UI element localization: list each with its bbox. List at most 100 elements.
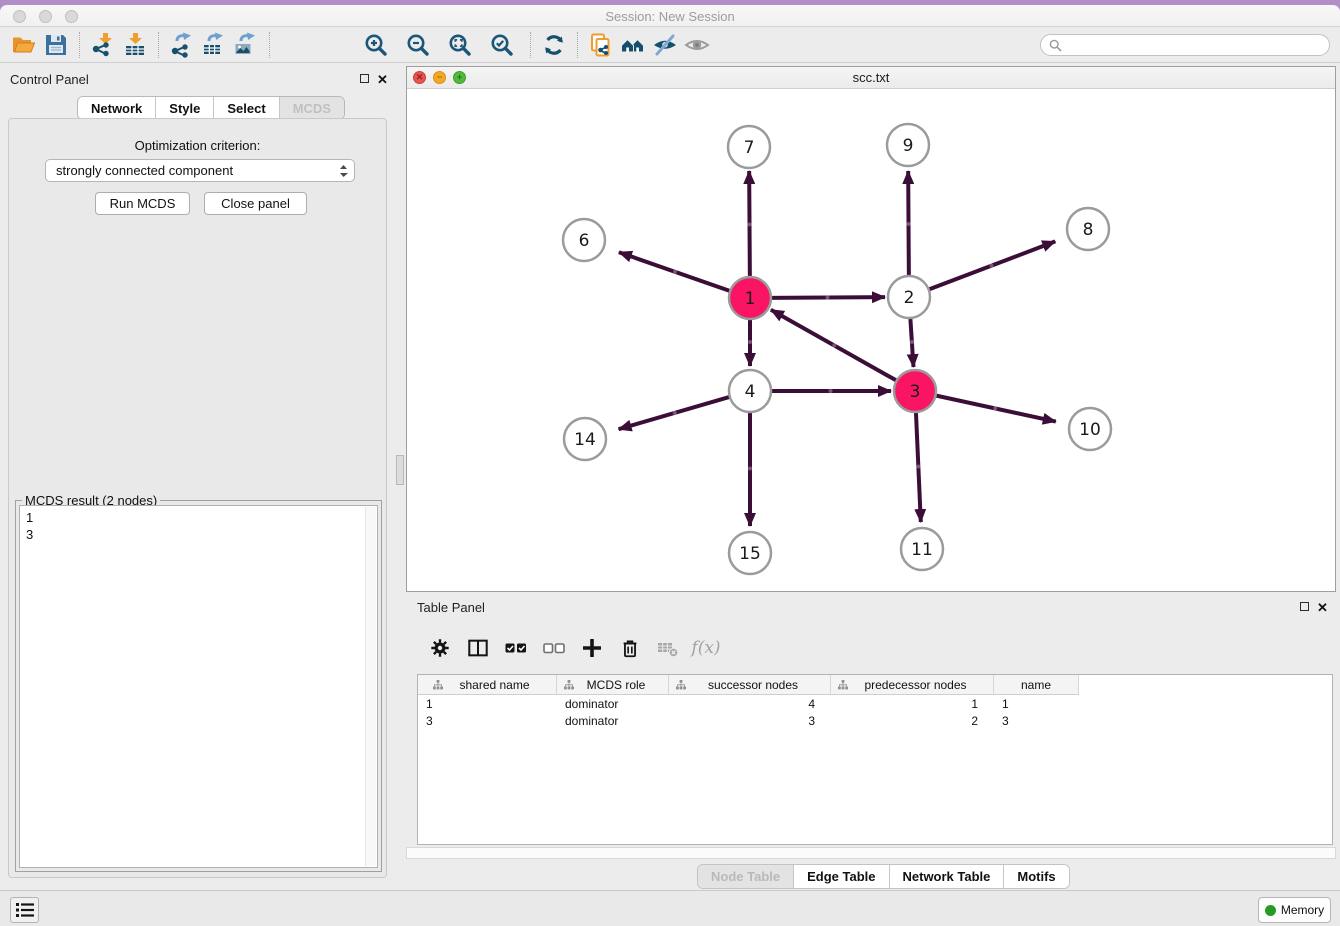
tab-edge-table[interactable]: Edge Table: [793, 865, 888, 888]
add-row-icon[interactable]: [579, 635, 605, 661]
memory-status-dot-icon: [1265, 905, 1276, 916]
tab-motifs[interactable]: Motifs: [1003, 865, 1068, 888]
status-bar: Memory: [0, 890, 1340, 926]
open-session-icon[interactable]: [9, 30, 39, 60]
save-session-icon[interactable]: [41, 30, 71, 60]
edge-handle: [748, 222, 752, 226]
mcds-result-textarea[interactable]: 1 3: [19, 505, 378, 868]
graph-node-label: 4: [745, 382, 756, 402]
control-panel-float-button[interactable]: [360, 74, 369, 83]
toolbar-separator: [269, 32, 270, 58]
memory-button[interactable]: Memory: [1258, 897, 1331, 923]
zoom-fit-icon[interactable]: [445, 30, 475, 60]
graph-node-label: 11: [911, 540, 933, 560]
result-line: 3: [26, 526, 371, 543]
column-header-shared-name[interactable]: shared name: [418, 675, 557, 695]
table-settings-gear-icon[interactable]: [427, 635, 453, 661]
select-all-icon[interactable]: [503, 635, 529, 661]
edge-handle: [993, 406, 997, 410]
hide-eye-icon[interactable]: [650, 30, 680, 60]
show-eye-icon: [682, 30, 712, 60]
zoom-in-icon[interactable]: [361, 30, 391, 60]
toolbar-separator: [577, 32, 578, 58]
graph-node-label: 10: [1079, 420, 1101, 440]
homes-icon[interactable]: [618, 30, 648, 60]
refresh-layout-icon[interactable]: [539, 30, 569, 60]
result-scrollbar[interactable]: [365, 507, 376, 866]
table-panel-float-button[interactable]: [1300, 602, 1309, 611]
tab-node-table[interactable]: Node Table: [698, 865, 793, 888]
network-window-titlebar[interactable]: ✕ − + scc.txt: [407, 67, 1335, 89]
network-canvas[interactable]: 7968124314101511: [407, 89, 1335, 591]
list-icon: [15, 901, 35, 919]
export-image-icon[interactable]: [231, 30, 261, 60]
criterion-selected-value: strongly connected component: [56, 163, 339, 178]
duplicate-network-icon[interactable]: [586, 30, 616, 60]
control-panel-close-icon[interactable]: ✕: [377, 73, 388, 86]
graph-node-label: 2: [904, 288, 915, 308]
graph-node-label: 3: [910, 382, 921, 402]
zoom-out-icon[interactable]: [403, 30, 433, 60]
sitemap-icon: [676, 680, 686, 690]
column-header-successor-nodes[interactable]: successor nodes: [669, 675, 831, 695]
network-view-window: ✕ − + scc.txt 7968124314101511: [406, 66, 1336, 592]
sitemap-icon: [564, 680, 574, 690]
tab-mcds[interactable]: MCDS: [279, 97, 344, 119]
edge-handle: [916, 465, 920, 469]
export-network-icon[interactable]: [167, 30, 197, 60]
main-toolbar: [0, 27, 1340, 63]
network-graph[interactable]: 7968124314101511: [407, 89, 1335, 592]
run-mcds-button[interactable]: Run MCDS: [95, 192, 190, 215]
mcds-result-groupbox: MCDS result (2 nodes) 1 3: [15, 500, 382, 872]
toolbar-separator: [158, 32, 159, 58]
export-table-icon[interactable]: [199, 30, 229, 60]
table-toolbar: f(x): [421, 630, 725, 666]
split-panel-icon[interactable]: [465, 635, 491, 661]
edge-handle: [673, 270, 677, 274]
table-panel-title: Table Panel: [417, 600, 485, 615]
graph-node-label: 8: [1083, 220, 1094, 240]
import-network-icon[interactable]: [88, 30, 118, 60]
import-table-icon[interactable]: [120, 30, 150, 60]
result-line: 1: [26, 509, 371, 526]
graph-node-label: 1: [745, 289, 756, 309]
edge-handle: [826, 296, 830, 300]
criterion-select[interactable]: strongly connected component: [45, 159, 355, 182]
edge-handle: [829, 389, 833, 393]
graph-node-label: 6: [579, 231, 590, 251]
table-panel-close-icon[interactable]: ✕: [1317, 601, 1328, 614]
close-panel-button[interactable]: Close panel: [204, 192, 307, 215]
zoom-selected-icon[interactable]: [487, 30, 517, 60]
edge-handle: [748, 340, 752, 344]
tab-network[interactable]: Network: [78, 97, 155, 119]
table-row[interactable]: 3 dominator 3 2 3: [418, 712, 1332, 729]
toolbar-separator: [79, 32, 80, 58]
toolbar-separator: [530, 32, 531, 58]
task-list-button[interactable]: [10, 897, 39, 923]
edge-handle: [910, 340, 914, 344]
column-header-predecessor-nodes[interactable]: predecessor nodes: [831, 675, 994, 695]
column-header-name[interactable]: name: [994, 675, 1079, 695]
column-header-mcds-role[interactable]: MCDS role: [557, 675, 669, 695]
tab-style[interactable]: Style: [155, 97, 213, 119]
graph-node-label: 15: [739, 544, 761, 564]
node-table: shared name MCDS role successor nodes pr…: [417, 674, 1333, 845]
search-input[interactable]: [1067, 35, 1329, 55]
sitemap-icon: [838, 680, 848, 690]
edge-handle: [832, 343, 836, 347]
vertical-splitter-handle[interactable]: [396, 455, 404, 485]
tab-select[interactable]: Select: [213, 97, 278, 119]
deselect-all-icon[interactable]: [541, 635, 567, 661]
mcds-panel: Optimization criterion: strongly connect…: [8, 118, 387, 878]
edge-handle: [748, 467, 752, 471]
delete-row-trash-icon[interactable]: [617, 635, 643, 661]
table-row[interactable]: 1 dominator 4 1 1: [418, 695, 1332, 712]
mac-titlebar: Session: New Session: [0, 5, 1340, 27]
control-panel-tabs: Network Style Select MCDS: [77, 96, 345, 120]
tab-network-table[interactable]: Network Table: [889, 865, 1004, 888]
edge-handle: [673, 411, 677, 415]
search-field[interactable]: [1040, 34, 1330, 56]
search-icon: [1049, 39, 1062, 52]
delete-table-icon: [655, 635, 681, 661]
table-scrollbar-track[interactable]: [406, 847, 1336, 859]
